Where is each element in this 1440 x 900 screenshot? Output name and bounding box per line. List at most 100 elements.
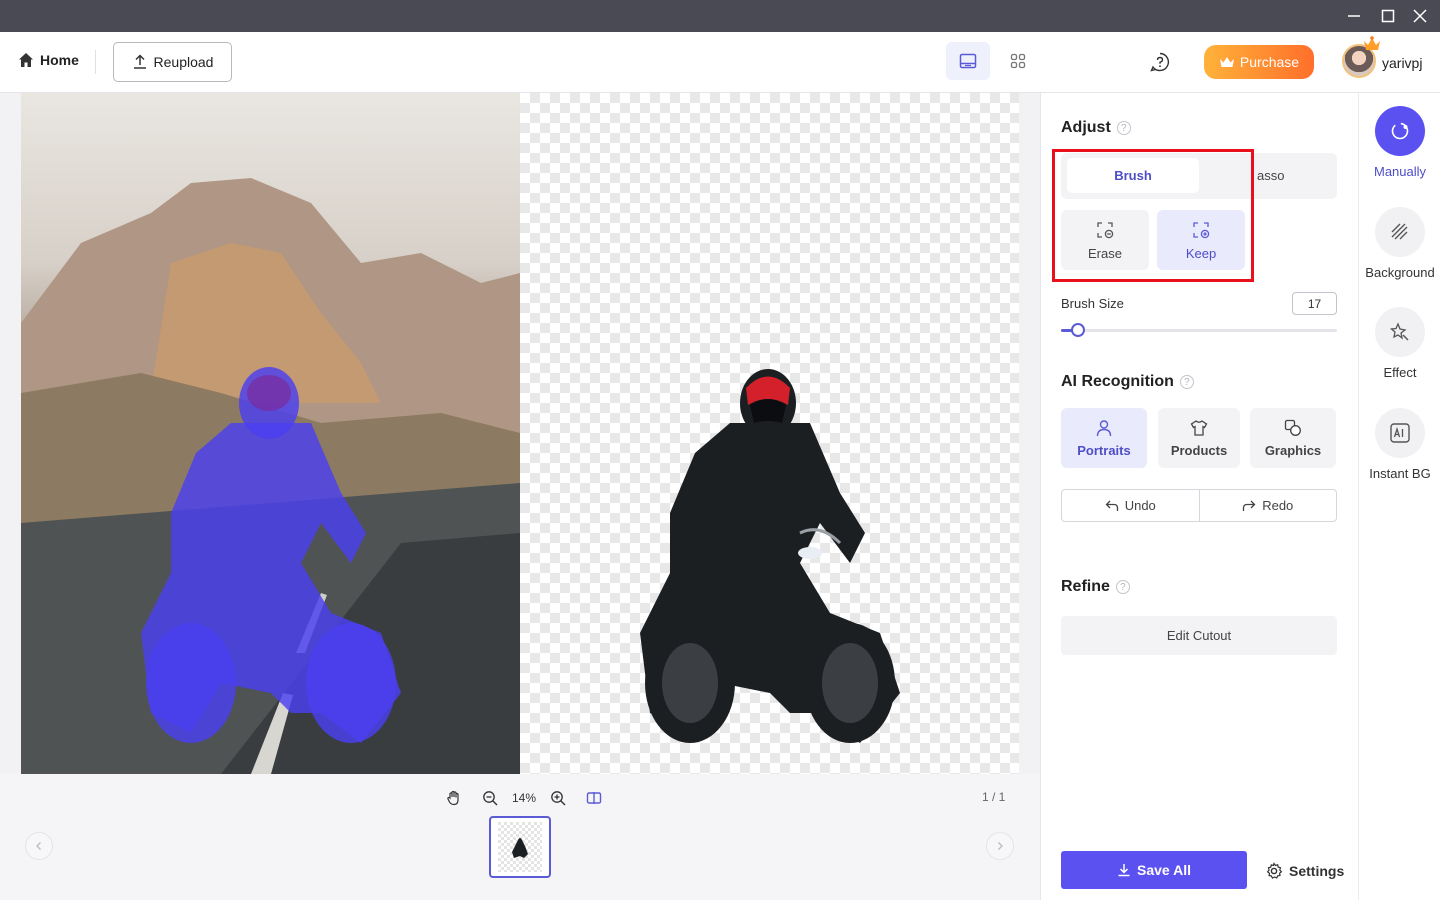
close-icon[interactable] [1404, 0, 1436, 32]
home-icon [19, 53, 33, 67]
brush-size-slider[interactable] [1061, 323, 1337, 337]
home-button[interactable]: Home [18, 52, 79, 68]
help-circle-icon[interactable]: ? [1115, 580, 1130, 594]
help-circle-icon[interactable]: ? [1179, 375, 1194, 389]
home-label: Home [40, 52, 79, 68]
single-view-button[interactable] [946, 42, 990, 80]
undo-button[interactable]: Undo [1062, 490, 1199, 521]
upload-icon [133, 54, 146, 69]
undo-icon [1105, 500, 1118, 511]
person-icon [1096, 419, 1112, 436]
ai-image-icon [1375, 408, 1425, 458]
username[interactable]: yarivpj [1382, 55, 1422, 71]
sidebar-item-background[interactable]: Background [1359, 207, 1440, 280]
zoom-out-button[interactable] [472, 790, 508, 806]
compare-icon [586, 792, 602, 804]
zoom-out-icon [483, 791, 498, 806]
compare-button[interactable] [576, 790, 612, 806]
purchase-label: Purchase [1239, 54, 1300, 70]
sidebar-item-effect[interactable]: Effect [1359, 307, 1440, 380]
sidebar-item-instant-bg[interactable]: Instant BG [1359, 408, 1440, 481]
sidebar-item-label: Effect [1383, 365, 1417, 380]
erase-mode-button[interactable]: Erase [1061, 210, 1149, 270]
previous-image-button[interactable] [25, 832, 53, 860]
save-all-label: Save All [1137, 862, 1191, 878]
hand-icon [447, 790, 459, 806]
graphics-button[interactable]: Graphics [1250, 408, 1336, 468]
brush-size-input[interactable]: 17 [1292, 292, 1337, 315]
image-thumbnail[interactable] [489, 816, 551, 878]
graphics-label: Graphics [1264, 442, 1322, 458]
single-view-icon [959, 53, 977, 69]
reupload-label: Reupload [153, 54, 214, 70]
minimize-icon[interactable] [1338, 0, 1370, 32]
keep-brush-icon [1193, 221, 1210, 238]
help-circle-icon[interactable]: ? [1116, 121, 1131, 135]
crown-icon [1219, 57, 1234, 67]
reupload-button[interactable]: Reupload [113, 42, 232, 82]
sidebar-item-label: Manually [1373, 164, 1427, 179]
zoom-level: 14% [511, 791, 537, 805]
help-button[interactable] [1146, 48, 1174, 76]
redo-button[interactable]: Redo [1198, 490, 1337, 521]
adjust-panel: Adjust ? Brush asso Erase Keep Brush Siz… [1040, 93, 1358, 900]
cutout-preview[interactable] [520, 93, 1019, 774]
redo-icon [1243, 500, 1256, 511]
title-bar [0, 0, 1440, 32]
selection-mode-tabs: Brush asso [1061, 153, 1337, 199]
sparkle-icon [1375, 307, 1425, 357]
chevron-right-icon [998, 842, 1003, 850]
zoom-controls: 14% [436, 788, 612, 808]
maximize-icon[interactable] [1372, 0, 1404, 32]
products-button[interactable]: Products [1158, 408, 1240, 468]
refine-title: Refine [1061, 578, 1110, 595]
refine-section-title: Refine ? [1061, 578, 1130, 596]
keep-label: Keep [1185, 245, 1217, 261]
vertical-scrollbar[interactable] [1024, 93, 1038, 774]
sidebar-item-manually[interactable]: Manually [1359, 106, 1440, 179]
gear-icon [1266, 862, 1283, 879]
tab-lasso[interactable]: asso [1257, 168, 1284, 183]
page-counter: 1 / 1 [982, 790, 1006, 804]
chevron-left-icon [36, 842, 41, 850]
shapes-icon [1284, 419, 1301, 436]
zoom-in-button[interactable] [540, 790, 576, 806]
tab-brush[interactable]: Brush [1067, 158, 1199, 193]
zoom-in-icon [551, 791, 566, 806]
redo-label: Redo [1262, 498, 1294, 513]
shirt-icon [1190, 419, 1208, 436]
purchase-button[interactable]: Purchase [1204, 45, 1314, 79]
thumbnail-strip: 14% 1 / 1 [0, 774, 1040, 900]
edit-cutout-button[interactable]: Edit Cutout [1061, 616, 1337, 655]
keep-mode-button[interactable]: Keep [1157, 210, 1245, 270]
erase-label: Erase [1088, 245, 1122, 261]
adjust-title: Adjust [1061, 119, 1111, 136]
help-icon [1150, 52, 1170, 72]
next-image-button[interactable] [986, 832, 1014, 860]
brush-size-slider-handle[interactable] [1070, 323, 1085, 337]
toolbar-divider [95, 50, 96, 74]
brush-circle-icon [1375, 106, 1425, 156]
undo-redo-group: Undo Redo [1061, 489, 1337, 522]
download-icon [1118, 864, 1130, 877]
save-all-button[interactable]: Save All [1061, 851, 1247, 889]
settings-button[interactable]: Settings [1265, 862, 1344, 880]
ai-recognition-title: AI Recognition [1061, 373, 1174, 390]
sidebar-item-label: Instant BG [1369, 466, 1431, 481]
ai-recognition-section-title: AI Recognition ? [1061, 373, 1194, 391]
sidebar-item-label: Background [1365, 265, 1435, 280]
canvas-area[interactable] [0, 93, 1040, 774]
portraits-button[interactable]: Portraits [1061, 408, 1147, 468]
vip-crown-icon [1364, 36, 1380, 50]
adjust-section-title: Adjust ? [1061, 119, 1131, 137]
hand-tool-button[interactable] [436, 790, 472, 806]
settings-label: Settings [1289, 863, 1345, 879]
hatch-icon [1375, 207, 1425, 257]
original-image[interactable] [21, 93, 520, 774]
grid-view-button[interactable] [996, 42, 1040, 80]
erase-brush-icon [1097, 221, 1114, 238]
top-toolbar: Home Reupload Purchase yarivpj [0, 32, 1440, 93]
portraits-label: Portraits [1077, 442, 1131, 458]
undo-label: Undo [1124, 498, 1156, 513]
products-label: Products [1170, 442, 1228, 458]
